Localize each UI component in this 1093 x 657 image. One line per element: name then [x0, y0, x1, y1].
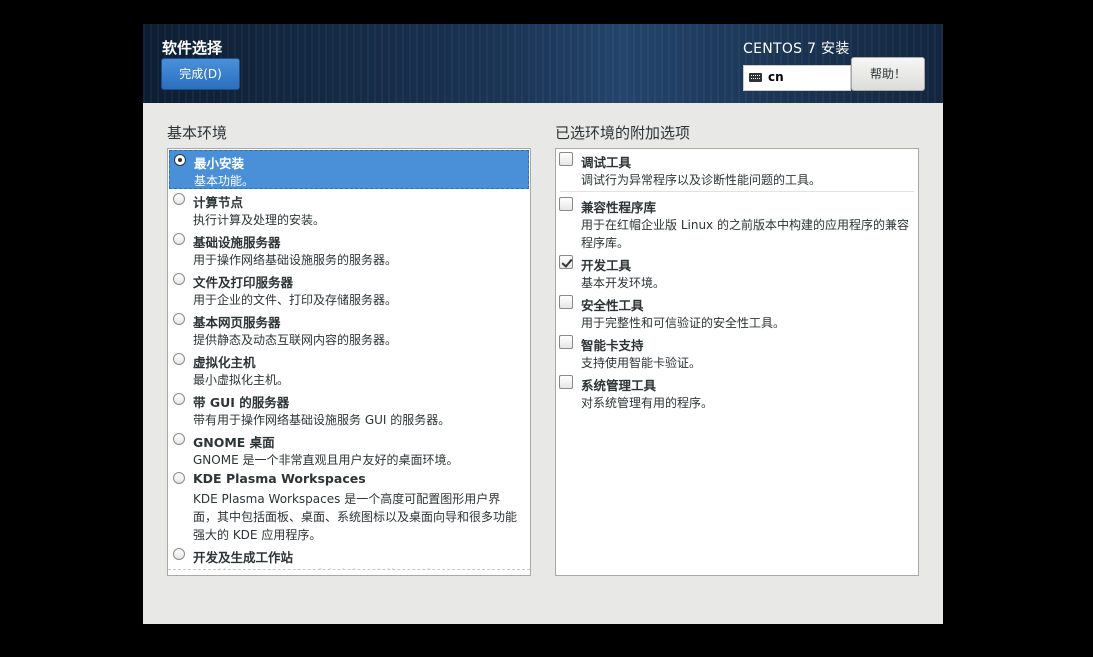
addon-item-desc: 基本开发环境。 — [581, 276, 666, 290]
env-item-infrastructure-server[interactable]: 基础设施服务器 用于操作网络基础设施服务的服务器。 — [169, 230, 529, 270]
addon-item-name: 安全性工具 — [581, 298, 644, 313]
base-env-list[interactable]: 最小安装 基本功能。 计算节点 执行计算及处理的安装。 基础设施服务器 用于操作… — [167, 148, 531, 576]
env-item-name: 计算节点 — [193, 195, 244, 210]
env-item-desc: 提供静态及动态互联网内容的服务器。 — [193, 333, 398, 347]
env-item-file-print-server[interactable]: 文件及打印服务器 用于企业的文件、打印及存储服务器。 — [169, 270, 529, 310]
env-item-name: 文件及打印服务器 — [193, 275, 294, 290]
radio-button[interactable] — [173, 353, 185, 365]
checkbox[interactable] — [559, 255, 573, 269]
addon-item-name: 兼容性程序库 — [581, 200, 657, 215]
env-item-name: 基本网页服务器 — [193, 315, 281, 330]
checkbox[interactable] — [559, 197, 573, 211]
env-item-name: 基础设施服务器 — [193, 235, 281, 250]
radio-button[interactable] — [173, 472, 185, 484]
radio-button[interactable] — [173, 433, 185, 445]
radio-button[interactable] — [173, 273, 185, 285]
radio-button[interactable] — [173, 233, 185, 245]
env-item-server-with-gui[interactable]: 带 GUI 的服务器 带有用于操作网络基础设施服务 GUI 的服务器。 — [169, 390, 529, 430]
addon-item-name: 调试工具 — [581, 155, 632, 170]
checkbox[interactable] — [559, 375, 573, 389]
env-item-name: 虚拟化主机 — [193, 355, 256, 370]
radio-button[interactable] — [173, 193, 185, 205]
addon-item-desc: 调试行为异常程序以及诊断性能问题的工具。 — [581, 173, 822, 187]
env-item-desc: 用于操作网络基础设施服务的服务器。 — [193, 253, 398, 267]
help-button[interactable]: 帮助！ — [851, 57, 925, 91]
installer-window: 软件选择 完成(D) CENTOS 7 安装 cn 帮助！ 基本环境 已选环境的… — [143, 24, 943, 624]
env-item-minimal[interactable]: 最小安装 基本功能。 — [169, 150, 529, 189]
addons-title: 已选环境的附加选项 — [555, 124, 691, 142]
addon-divider — [560, 191, 914, 192]
addon-item-name: 系统管理工具 — [581, 378, 657, 393]
keyboard-icon — [749, 73, 762, 82]
env-item-virtualization-host[interactable]: 虚拟化主机 最小虚拟化主机。 — [169, 350, 529, 390]
env-item-name: GNOME 桌面 — [193, 435, 275, 450]
addon-item-security-tools[interactable]: 安全性工具 用于完整性和可信验证的安全性工具。 — [557, 293, 917, 333]
radio-button[interactable] — [173, 313, 185, 325]
done-button[interactable]: 完成(D) — [161, 58, 240, 90]
env-item-compute-node[interactable]: 计算节点 执行计算及处理的安装。 — [169, 190, 529, 230]
env-item-desc: KDE Plasma Workspaces 是一个高度可配置图形用户界面，其中包… — [193, 492, 518, 542]
addon-item-desc: 对系统管理有用的程序。 — [581, 396, 714, 410]
addon-item-desc: 支持使用智能卡验证。 — [581, 356, 702, 370]
checkbox[interactable] — [559, 335, 573, 349]
addon-item-development-tools[interactable]: 开发工具 基本开发环境。 — [557, 253, 917, 293]
env-item-desc: 最小虚拟化主机。 — [193, 373, 290, 387]
addon-item-smart-card[interactable]: 智能卡支持 支持使用智能卡验证。 — [557, 333, 917, 373]
env-item-name: KDE Plasma Workspaces — [193, 471, 366, 486]
env-item-name: 带 GUI 的服务器 — [193, 395, 290, 410]
radio-button[interactable] — [173, 393, 185, 405]
addon-item-desc: 用于在红帽企业版 Linux 的之前版本中构建的应用程序的兼容程序库。 — [581, 218, 909, 250]
addon-item-system-admin-tools[interactable]: 系统管理工具 对系统管理有用的程序。 — [557, 373, 917, 413]
page-title: 软件选择 — [162, 39, 223, 57]
addons-list[interactable]: 调试工具 调试行为异常程序以及诊断性能问题的工具。 兼容性程序库 用于在红帽企业… — [555, 148, 919, 576]
addon-item-name: 智能卡支持 — [581, 338, 644, 353]
addon-item-debugging-tools[interactable]: 调试工具 调试行为异常程序以及诊断性能问题的工具。 — [557, 150, 917, 190]
env-item-kde-plasma[interactable]: KDE Plasma Workspaces KDE Plasma Workspa… — [169, 469, 529, 545]
env-item-desc: 基本功能。 — [194, 174, 255, 188]
list-scroll-edge — [168, 569, 530, 575]
env-item-desc: GNOME 是一个非常直观且用户友好的桌面环境。 — [193, 453, 459, 467]
env-item-desc: 用于企业的文件、打印及存储服务器。 — [193, 293, 398, 307]
env-item-web-server[interactable]: 基本网页服务器 提供静态及动态互联网内容的服务器。 — [169, 310, 529, 350]
addon-item-name: 开发工具 — [581, 258, 632, 273]
keyboard-layout-indicator[interactable]: cn — [743, 65, 851, 91]
checkbox[interactable] — [559, 152, 573, 166]
checkbox[interactable] — [559, 295, 573, 309]
env-item-name: 最小安装 — [194, 156, 245, 171]
env-item-gnome-desktop[interactable]: GNOME 桌面 GNOME 是一个非常直观且用户友好的桌面环境。 — [169, 430, 529, 469]
env-item-desc: 执行计算及处理的安装。 — [193, 213, 326, 227]
radio-button[interactable] — [173, 548, 185, 560]
addon-item-desc: 用于完整性和可信验证的安全性工具。 — [581, 316, 786, 330]
env-item-desc: 带有用于操作网络基础设施服务 GUI 的服务器。 — [193, 413, 451, 427]
addon-item-compat-libraries[interactable]: 兼容性程序库 用于在红帽企业版 Linux 的之前版本中构建的应用程序的兼容程序… — [557, 195, 917, 253]
env-item-name: 开发及生成工作站 — [193, 550, 294, 565]
radio-button[interactable] — [174, 154, 186, 166]
product-title: CENTOS 7 安装 — [743, 41, 850, 57]
header-bar: 软件选择 完成(D) CENTOS 7 安装 cn 帮助！ — [143, 24, 943, 103]
base-env-title: 基本环境 — [167, 124, 228, 142]
keyboard-layout-code: cn — [768, 70, 784, 84]
